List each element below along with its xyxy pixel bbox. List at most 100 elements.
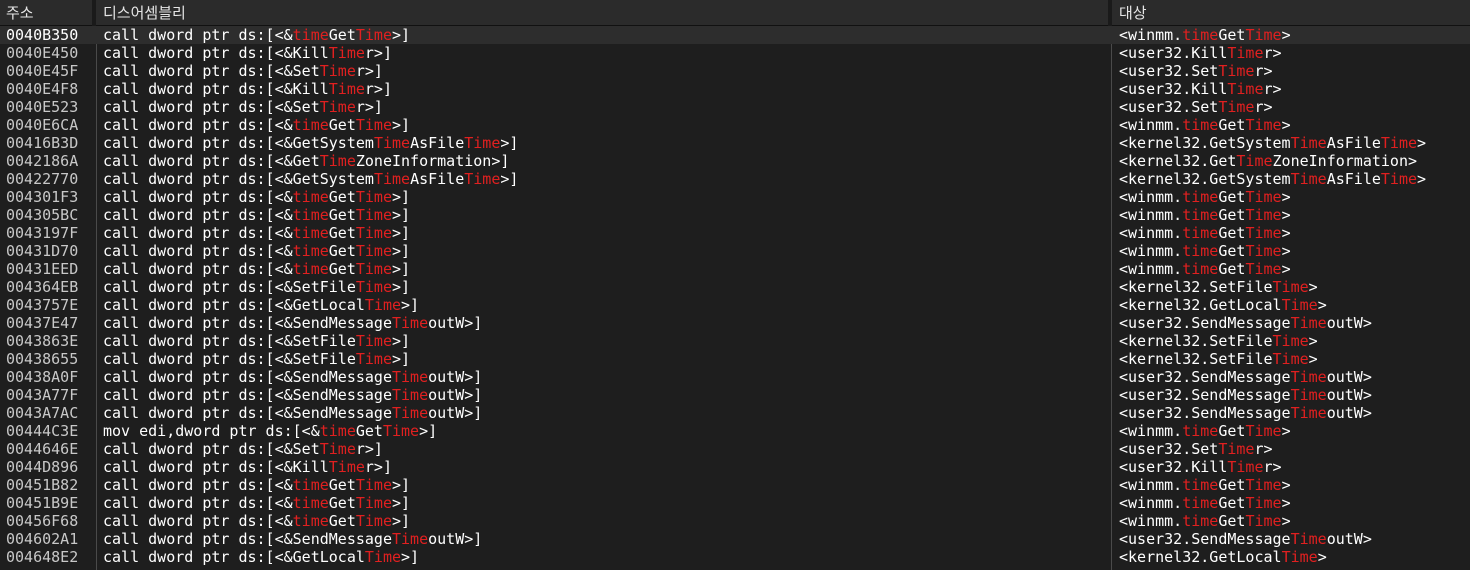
disassembly-cell[interactable]: call dword ptr ds:[<&KillTimer>] (103, 80, 1103, 98)
address-cell[interactable]: 00444C3E (6, 422, 90, 440)
disassembly-cell[interactable]: call dword ptr ds:[<&timeGetTime>] (103, 26, 1103, 44)
address-cell[interactable]: 004301F3 (6, 188, 90, 206)
disassembly-cell[interactable]: call dword ptr ds:[<&SetTimer>] (103, 62, 1103, 80)
address-cell[interactable]: 0044D896 (6, 458, 90, 476)
table-row[interactable]: 0040E523 call dword ptr ds:[<&SetTimer>] <… (0, 98, 1470, 116)
target-cell[interactable]: <kernel32.SetFileTime> (1119, 278, 1469, 296)
table-row[interactable]: 0043863E call dword ptr ds:[<&SetFileTime… (0, 332, 1470, 350)
disassembly-cell[interactable]: call dword ptr ds:[<&GetTimeZoneInformat… (103, 152, 1103, 170)
address-cell[interactable]: 0040B350 (6, 26, 90, 44)
target-cell[interactable]: <winmm.timeGetTime> (1119, 26, 1469, 44)
table-row[interactable]: 0044646E call dword ptr ds:[<&SetTimer>] <… (0, 440, 1470, 458)
disassembly-cell[interactable]: call dword ptr ds:[<&SetFileTime>] (103, 278, 1103, 296)
disassembly-cell[interactable]: call dword ptr ds:[<&timeGetTime>] (103, 242, 1103, 260)
address-cell[interactable]: 004305BC (6, 206, 90, 224)
target-cell[interactable]: <winmm.timeGetTime> (1119, 206, 1469, 224)
address-cell[interactable]: 0043A77F (6, 386, 90, 404)
address-cell[interactable]: 0042186A (6, 152, 90, 170)
address-cell[interactable]: 0040E6CA (6, 116, 90, 134)
disassembly-cell[interactable]: call dword ptr ds:[<&SendMessageTimeoutW… (103, 314, 1103, 332)
address-cell[interactable]: 00438A0F (6, 368, 90, 386)
address-cell[interactable]: 00456F68 (6, 512, 90, 530)
table-row[interactable]: 004305BC call dword ptr ds:[<&timeGetTime… (0, 206, 1470, 224)
target-cell[interactable]: <user32.SetTimer> (1119, 98, 1469, 116)
disassembly-column-header[interactable]: 디스어셈블리 (103, 0, 186, 26)
table-row[interactable]: 0040E450 call dword ptr ds:[<&KillTimer>]… (0, 44, 1470, 62)
address-cell[interactable]: 0043197F (6, 224, 90, 242)
address-cell[interactable]: 0040E523 (6, 98, 90, 116)
target-cell[interactable]: <winmm.timeGetTime> (1119, 188, 1469, 206)
address-cell[interactable]: 004364EB (6, 278, 90, 296)
table-row[interactable]: 0043757E call dword ptr ds:[<&GetLocalTim… (0, 296, 1470, 314)
table-row[interactable]: 00438655 call dword ptr ds:[<&SetFileTime… (0, 350, 1470, 368)
address-cell[interactable]: 00422770 (6, 170, 90, 188)
column-resize-handle[interactable] (1108, 0, 1112, 26)
table-row[interactable]: 0040E45F call dword ptr ds:[<&SetTimer>] <… (0, 62, 1470, 80)
address-cell[interactable]: 00451B82 (6, 476, 90, 494)
address-cell[interactable]: 004602A1 (6, 530, 90, 548)
disassembly-cell[interactable]: call dword ptr ds:[<&KillTimer>] (103, 44, 1103, 62)
table-row[interactable]: 0040B350 call dword ptr ds:[<&timeGetTime… (0, 26, 1470, 44)
disassembly-cell[interactable]: call dword ptr ds:[<&timeGetTime>] (103, 476, 1103, 494)
address-cell[interactable]: 00416B3D (6, 134, 90, 152)
table-row[interactable]: 00438A0F call dword ptr ds:[<&SendMessage… (0, 368, 1470, 386)
table-row[interactable]: 004648E2 call dword ptr ds:[<&GetLocalTim… (0, 548, 1470, 566)
table-row[interactable]: 00422770 call dword ptr ds:[<&GetSystemTi… (0, 170, 1470, 188)
address-cell[interactable]: 00431EED (6, 260, 90, 278)
target-cell[interactable]: <user32.KillTimer> (1119, 80, 1469, 98)
target-cell[interactable]: <kernel32.GetSystemTimeAsFileTime> (1119, 134, 1469, 152)
disassembly-cell[interactable]: call dword ptr ds:[<&GetSystemTimeAsFile… (103, 134, 1103, 152)
address-cell[interactable]: 0040E45F (6, 62, 90, 80)
target-cell[interactable]: <user32.SendMessageTimeoutW> (1119, 404, 1469, 422)
disassembly-cell[interactable]: call dword ptr ds:[<&SetFileTime>] (103, 332, 1103, 350)
table-row[interactable]: 00451B82 call dword ptr ds:[<&timeGetTime… (0, 476, 1470, 494)
table-row[interactable]: 004364EB call dword ptr ds:[<&SetFileTime… (0, 278, 1470, 296)
table-row[interactable]: 0040E4F8 call dword ptr ds:[<&KillTimer>]… (0, 80, 1470, 98)
disassembly-cell[interactable]: call dword ptr ds:[<&GetLocalTime>] (103, 296, 1103, 314)
target-cell[interactable]: <user32.SendMessageTimeoutW> (1119, 314, 1469, 332)
disassembly-cell[interactable]: call dword ptr ds:[<&SendMessageTimeoutW… (103, 368, 1103, 386)
disassembly-cell[interactable]: call dword ptr ds:[<&timeGetTime>] (103, 494, 1103, 512)
target-cell[interactable]: <kernel32.GetLocalTime> (1119, 548, 1469, 566)
target-cell[interactable]: <kernel32.GetTimeZoneInformation> (1119, 152, 1469, 170)
table-row[interactable]: 0043A7AC call dword ptr ds:[<&SendMessage… (0, 404, 1470, 422)
disassembly-cell[interactable]: call dword ptr ds:[<&SetTimer>] (103, 98, 1103, 116)
target-cell[interactable]: <winmm.timeGetTime> (1119, 260, 1469, 278)
target-cell[interactable]: <winmm.timeGetTime> (1119, 512, 1469, 530)
disassembly-cell[interactable]: call dword ptr ds:[<&GetSystemTimeAsFile… (103, 170, 1103, 188)
address-column-header[interactable]: 주소 (6, 0, 34, 26)
target-cell[interactable]: <user32.KillTimer> (1119, 44, 1469, 62)
target-cell[interactable]: <winmm.timeGetTime> (1119, 224, 1469, 242)
disassembly-cell[interactable]: call dword ptr ds:[<&timeGetTime>] (103, 116, 1103, 134)
address-cell[interactable]: 00451B9E (6, 494, 90, 512)
disassembly-cell[interactable]: call dword ptr ds:[<&SetFileTime>] (103, 350, 1103, 368)
disassembly-cell[interactable]: mov edi,dword ptr ds:[<&timeGetTime>] (103, 422, 1103, 440)
target-cell[interactable]: <user32.SetTimer> (1119, 62, 1469, 80)
address-cell[interactable]: 004648E2 (6, 548, 90, 566)
address-cell[interactable]: 00431D70 (6, 242, 90, 260)
table-row[interactable]: 0044D896 call dword ptr ds:[<&KillTimer>]… (0, 458, 1470, 476)
table-row[interactable]: 0040E6CA call dword ptr ds:[<&timeGetTime… (0, 116, 1470, 134)
disassembly-cell[interactable]: call dword ptr ds:[<&GetLocalTime>] (103, 548, 1103, 566)
disassembly-cell[interactable]: call dword ptr ds:[<&SetTimer>] (103, 440, 1103, 458)
disassembly-cell[interactable]: call dword ptr ds:[<&timeGetTime>] (103, 512, 1103, 530)
target-cell[interactable]: <kernel32.GetSystemTimeAsFileTime> (1119, 170, 1469, 188)
target-cell[interactable]: <kernel32.SetFileTime> (1119, 332, 1469, 350)
table-row[interactable]: 0042186A call dword ptr ds:[<&GetTimeZone… (0, 152, 1470, 170)
address-cell[interactable]: 00437E47 (6, 314, 90, 332)
target-cell[interactable]: <kernel32.SetFileTime> (1119, 350, 1469, 368)
table-row[interactable]: 00451B9E call dword ptr ds:[<&timeGetTime… (0, 494, 1470, 512)
disassembly-cell[interactable]: call dword ptr ds:[<&SendMessageTimeoutW… (103, 386, 1103, 404)
address-cell[interactable]: 0040E4F8 (6, 80, 90, 98)
table-row[interactable]: 00431D70 call dword ptr ds:[<&timeGetTime… (0, 242, 1470, 260)
table-row[interactable]: 00437E47 call dword ptr ds:[<&SendMessage… (0, 314, 1470, 332)
address-cell[interactable]: 0044646E (6, 440, 90, 458)
disassembly-cell[interactable]: call dword ptr ds:[<&timeGetTime>] (103, 224, 1103, 242)
table-row[interactable]: 00416B3D call dword ptr ds:[<&GetSystemTi… (0, 134, 1470, 152)
table-row[interactable]: 004602A1 call dword ptr ds:[<&SendMessage… (0, 530, 1470, 548)
target-cell[interactable]: <user32.SendMessageTimeoutW> (1119, 368, 1469, 386)
disassembly-cell[interactable]: call dword ptr ds:[<&SendMessageTimeoutW… (103, 404, 1103, 422)
table-row[interactable]: 00444C3E mov edi,dword ptr ds:[<&timeGetT… (0, 422, 1470, 440)
target-cell[interactable]: <winmm.timeGetTime> (1119, 494, 1469, 512)
column-resize-handle[interactable] (92, 0, 96, 26)
